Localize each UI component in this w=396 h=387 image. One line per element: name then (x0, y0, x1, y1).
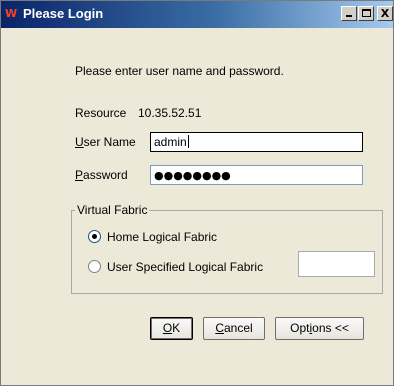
virtual-fabric-legend: Virtual Fabric (75, 203, 150, 217)
password-label-mnemonic: P (75, 168, 84, 182)
password-masked-value: ●●●●●●●● (154, 169, 231, 182)
password-input[interactable]: ●●●●●●●● (150, 165, 363, 185)
resource-value: 10.35.52.51 (138, 106, 202, 120)
text-caret (187, 135, 189, 148)
cancel-label: ancel (223, 321, 253, 335)
username-label-mnemonic: U (75, 135, 84, 149)
cancel-mnemonic: C (215, 321, 224, 335)
close-button[interactable]: X (377, 6, 393, 21)
login-prompt: Please enter user name and password. (75, 64, 284, 78)
app-logo-icon: W (5, 7, 17, 20)
home-logical-fabric-label[interactable]: Home Logical Fabric (107, 230, 217, 244)
options-button[interactable]: Options << (275, 317, 364, 340)
options-label-end: ons << (312, 321, 349, 335)
maximize-icon (362, 9, 371, 17)
login-dialog: W Please Login X Please enter user name … (0, 0, 394, 386)
title-bar[interactable]: W Please Login X (1, 1, 393, 28)
username-label-text: ser Name (83, 135, 136, 149)
maximize-button[interactable] (358, 6, 374, 21)
password-label-text: assword (83, 168, 128, 182)
ok-button[interactable]: OK (150, 317, 193, 340)
ok-label: K (172, 321, 181, 335)
resource-label: Resource (75, 106, 127, 120)
minimize-button[interactable] (341, 6, 357, 21)
cancel-button[interactable]: Cancel (203, 317, 265, 340)
user-specified-logical-fabric-radio[interactable] (88, 260, 101, 273)
minimize-icon (346, 15, 352, 17)
home-logical-fabric-radio[interactable] (88, 230, 101, 243)
dialog-title: Please Login (23, 6, 104, 21)
username-label: User Name (75, 135, 136, 149)
logical-fabric-id-input[interactable] (298, 251, 375, 277)
ok-mnemonic: O (162, 321, 173, 335)
user-specified-logical-fabric-label[interactable]: User Specified Logical Fabric (107, 260, 263, 274)
password-label: Password (75, 168, 128, 182)
close-icon: X (380, 7, 390, 20)
username-value: admin (154, 135, 187, 149)
username-input[interactable]: admin (150, 132, 363, 152)
options-label-start: Opt (290, 321, 310, 335)
